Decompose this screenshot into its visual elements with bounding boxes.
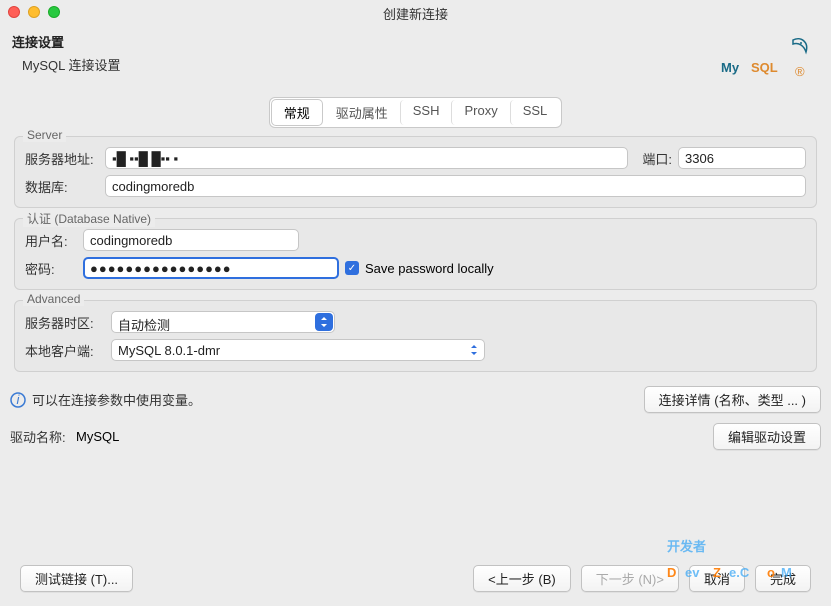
chevron-updown-icon xyxy=(315,313,333,331)
port-input[interactable]: 3306 xyxy=(678,147,806,169)
connection-details-button[interactable]: 连接详情 (名称、类型 ... ) xyxy=(644,386,821,413)
svg-text:开发者: 开发者 xyxy=(667,539,706,554)
client-label: 本地客户端: xyxy=(25,341,105,360)
tab-driver-props[interactable]: 驱动属性 xyxy=(324,100,400,125)
svg-text:®: ® xyxy=(795,64,805,79)
test-connection-button[interactable]: 测试链接 (T)... xyxy=(20,565,133,592)
host-label: 服务器地址: xyxy=(25,149,99,168)
driver-name-label: 驱动名称: xyxy=(10,427,70,446)
fieldset-server: Server 服务器地址: ▪█ ▪▪█ █▪▪ ▪ 端口: 3306 数据库:… xyxy=(14,136,817,208)
svg-text:i: i xyxy=(17,392,21,407)
edit-driver-button[interactable]: 编辑驱动设置 xyxy=(713,423,821,450)
close-window-button[interactable] xyxy=(8,6,20,18)
page-title: 连接设置 xyxy=(12,32,120,51)
username-label: 用户名: xyxy=(25,231,77,250)
legend-auth: 认证 (Database Native) xyxy=(23,210,155,227)
zoom-window-button[interactable] xyxy=(48,6,60,18)
mysql-logo: My SQL ® xyxy=(721,32,813,83)
info-icon: i xyxy=(10,392,26,408)
legend-server: Server xyxy=(23,128,66,142)
timezone-select[interactable]: 自动检测 xyxy=(111,311,335,333)
chevron-updown-icon xyxy=(465,341,483,359)
window-title: 创建新连接 xyxy=(383,4,448,23)
back-button[interactable]: <上一步 (B) xyxy=(473,565,571,592)
tab-proxy[interactable]: Proxy xyxy=(451,100,509,125)
cancel-button[interactable]: 取消 xyxy=(689,565,745,592)
password-label: 密码: xyxy=(25,259,77,278)
tab-general[interactable]: 常规 xyxy=(272,100,322,125)
client-select[interactable]: MySQL 8.0.1-dmr xyxy=(111,339,485,361)
info-text: 可以在连接参数中使用变量。 xyxy=(32,390,201,409)
header: 连接设置 MySQL 连接设置 My SQL ® xyxy=(0,26,831,93)
driver-name-value: MySQL xyxy=(76,429,707,444)
titlebar: 创建新连接 xyxy=(0,0,831,26)
save-password-label: Save password locally xyxy=(365,261,494,276)
save-password-checkbox[interactable]: ✓ xyxy=(345,261,359,275)
database-label: 数据库: xyxy=(25,177,99,196)
next-button: 下一步 (N)> xyxy=(581,565,679,592)
tab-ssh[interactable]: SSH xyxy=(400,100,452,125)
username-input[interactable]: codingmoredb xyxy=(83,229,299,251)
database-input[interactable]: codingmoredb xyxy=(105,175,806,197)
finish-button[interactable]: 完成 xyxy=(755,565,811,592)
host-input[interactable]: ▪█ ▪▪█ █▪▪ ▪ xyxy=(105,147,628,169)
fieldset-advanced: Advanced 服务器时区: 自动检测 本地客户端: MySQL 8.0.1-… xyxy=(14,300,817,372)
tabs: 常规 驱动属性 SSH Proxy SSL xyxy=(269,97,563,128)
port-label: 端口: xyxy=(642,149,672,168)
timezone-label: 服务器时区: xyxy=(25,313,105,332)
fieldset-auth: 认证 (Database Native) 用户名: codingmoredb 密… xyxy=(14,218,817,290)
svg-text:SQL: SQL xyxy=(751,60,778,75)
svg-text:My: My xyxy=(721,60,740,75)
legend-advanced: Advanced xyxy=(23,292,84,306)
minimize-window-button[interactable] xyxy=(28,6,40,18)
footer: 测试链接 (T)... <上一步 (B) 下一步 (N)> 取消 完成 xyxy=(0,565,831,592)
page-subtitle: MySQL 连接设置 xyxy=(22,55,120,74)
password-input[interactable]: ●●●●●●●●●●●●●●●● xyxy=(83,257,339,279)
tab-ssl[interactable]: SSL xyxy=(510,100,560,125)
